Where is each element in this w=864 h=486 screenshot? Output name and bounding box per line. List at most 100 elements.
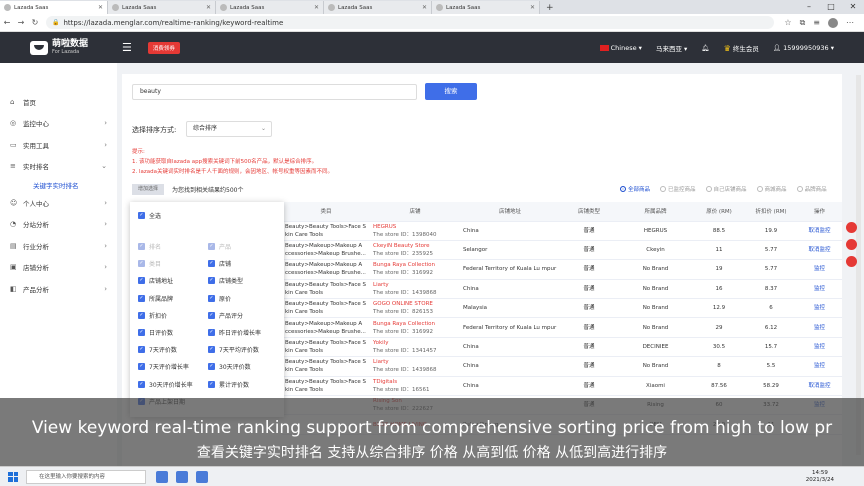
filter-radio[interactable]: 商城商品 [756, 185, 787, 193]
floating-share-icon[interactable] [846, 222, 857, 233]
store-name[interactable]: TDigitals [373, 378, 457, 386]
sidebar-item[interactable]: ☺ 个人中心 › [0, 192, 117, 214]
store-name[interactable]: Liarty [373, 281, 457, 289]
column-checkbox[interactable]: ✓ 店铺 [208, 259, 231, 268]
close-tab-icon[interactable]: ✕ [314, 4, 319, 11]
extensions-icon[interactable]: ⧉ [800, 18, 806, 28]
column-select-button[interactable]: 增加选择 [132, 184, 164, 195]
monitor-action[interactable]: 监控 [797, 337, 842, 358]
reload-icon[interactable]: ↻ [28, 18, 42, 27]
taskbar-search[interactable]: 在这里输入你要搜索的内容 [26, 469, 146, 484]
column-header[interactable]: 店铺类型 [560, 202, 618, 222]
store-name[interactable]: Bunga Raya Collection [373, 320, 457, 328]
filter-radio[interactable]: 品牌商品 [796, 185, 827, 193]
store-cell[interactable]: Bunga Raya Collection The store ID：316992 [370, 317, 460, 338]
filter-radio[interactable]: 已监控商品 [660, 185, 696, 193]
column-checkbox[interactable]: ✓ 店铺地址 [138, 276, 173, 285]
store-name[interactable]: GOGO ONLINE STORE [373, 300, 457, 308]
select-all-checkbox[interactable]: ✓ 全选 [138, 211, 161, 220]
monitor-action[interactable]: 监控 [797, 279, 842, 300]
menu-toggle-icon[interactable]: ☰ [122, 41, 132, 54]
language-select[interactable]: Chinese ▾ [599, 44, 642, 52]
store-cell[interactable]: Yokily The store ID：1341457 [370, 337, 460, 358]
monitor-action[interactable]: 取消监控 [797, 221, 842, 241]
column-checkbox[interactable]: ✓ 昨日评价增长率 [208, 328, 261, 337]
store-cell[interactable]: CkeyiN Beauty Store The store ID：235925 [370, 240, 460, 261]
monitor-action[interactable]: 监控 [797, 356, 842, 377]
sidebar-item[interactable]: ≡ 实时排名 ⌄ [0, 156, 117, 178]
monitor-action[interactable]: 监控 [797, 259, 842, 280]
store-name[interactable]: Yokily [373, 339, 457, 347]
maximize-button[interactable]: □ [820, 0, 842, 14]
browser-tab[interactable]: Lazada Saas ✕ [432, 1, 540, 14]
store-cell[interactable]: Bunga Raya Collection The store ID：316992 [370, 259, 460, 280]
windows-start-icon[interactable] [8, 471, 18, 482]
column-checkbox[interactable]: ✓ 7天平均评价数 [208, 345, 259, 354]
floating-chat-icon[interactable] [846, 239, 857, 250]
monitor-action[interactable]: 取消监控 [797, 376, 842, 397]
close-tab-icon[interactable]: ✕ [206, 4, 211, 11]
new-tab-button[interactable]: + [540, 1, 560, 14]
filter-radio[interactable]: 自己店铺商品 [705, 185, 747, 193]
column-checkbox[interactable]: ✓ 累计评价数 [208, 380, 249, 389]
column-header[interactable]: 折扣价 (RM) [745, 202, 797, 222]
close-tab-icon[interactable]: ✕ [98, 4, 103, 11]
store-name[interactable]: HEGRUS [373, 223, 457, 231]
sidebar-item[interactable]: ⌂ 首页 [0, 91, 117, 113]
browser-tab[interactable]: Lazada Saas ✕ [324, 1, 432, 14]
floating-help-icon[interactable] [846, 256, 857, 267]
edge-browser-icon[interactable] [176, 470, 188, 483]
logo[interactable]: 萌啦数据 For Lazada [0, 40, 100, 55]
column-checkbox[interactable]: ✓ 店铺类型 [208, 276, 243, 285]
store-cell[interactable]: GOGO ONLINE STORE The store ID：826153 [370, 298, 460, 319]
coupon-badge[interactable]: 消费领券 [147, 41, 180, 54]
collections-icon[interactable]: ≡ [813, 18, 820, 28]
column-checkbox[interactable]: ✓ 产品评分 [208, 311, 243, 320]
sidebar-item[interactable]: ◎ 监控中心 › [0, 113, 117, 135]
task-view-icon[interactable] [156, 470, 168, 483]
store-cell[interactable]: TDigitals The store ID：16561 [370, 376, 460, 397]
menu-dots-icon[interactable]: ⋯ [846, 18, 854, 28]
store-name[interactable]: Liarty [373, 358, 457, 366]
column-header[interactable]: 店铺 [370, 202, 460, 222]
store-cell[interactable]: Liarty The store ID：1439868 [370, 356, 460, 377]
column-header[interactable]: 类目 [282, 202, 370, 222]
filter-radio[interactable]: 全部商品 [620, 185, 650, 193]
monitor-action[interactable]: 监控 [797, 317, 842, 338]
column-header[interactable]: 操作 [797, 202, 842, 222]
sidebar-item[interactable]: 关键字实时排名 [0, 177, 117, 192]
column-checkbox[interactable]: ✓ 所属品牌 [138, 294, 173, 303]
monitor-action[interactable]: 取消监控 [797, 240, 842, 261]
close-tab-icon[interactable]: ✕ [422, 4, 427, 11]
column-checkbox[interactable]: ✓ 7天评价增长率 [138, 362, 189, 371]
search-input[interactable]: beauty [132, 84, 417, 100]
star-icon[interactable]: ☆ [784, 18, 791, 28]
column-header[interactable]: 店铺地址 [460, 202, 560, 222]
column-checkbox[interactable]: ✓ 30天评价增长率 [138, 380, 193, 389]
search-button[interactable]: 搜索 [425, 83, 477, 100]
browser-tab[interactable]: Lazada Saas ✕ [108, 1, 216, 14]
close-tab-icon[interactable]: ✕ [530, 4, 535, 11]
column-header[interactable]: 原价 (RM) [693, 202, 745, 222]
column-header[interactable]: 所属品牌 [618, 202, 693, 222]
sidebar-item[interactable]: ▣ 店铺分析 › [0, 257, 117, 279]
store-name[interactable]: CkeyiN Beauty Store [373, 242, 457, 250]
url-field[interactable]: 🔒 https://lazada.menglar.com/realtime-ra… [46, 16, 775, 29]
column-checkbox[interactable]: ✓ 日评价数 [138, 328, 173, 337]
sidebar-item[interactable]: ◧ 产品分析 › [0, 278, 117, 300]
store-name[interactable]: Bunga Raya Collection [373, 261, 457, 269]
bell-icon[interactable]: 🔔︎ [701, 44, 709, 52]
forward-icon[interactable]: → [14, 18, 28, 27]
back-icon[interactable]: ← [0, 18, 14, 27]
monitor-action[interactable]: 监控 [797, 298, 842, 319]
user-account[interactable]: 👤︎ 15999950936 ▾ [773, 44, 834, 52]
browser-tab[interactable]: Lazada Saas ✕ [216, 1, 324, 14]
browser-tab[interactable]: Lazada Saas ✕ [0, 1, 108, 14]
sort-select[interactable]: 综合排序 ⌄ [186, 121, 272, 137]
profile-avatar[interactable] [828, 17, 838, 28]
column-checkbox[interactable]: ✓ 折扣价 [138, 311, 167, 320]
sidebar-item[interactable]: ▤ 行业分析 › [0, 235, 117, 257]
close-window-button[interactable]: ✕ [842, 0, 864, 14]
sidebar-item[interactable]: ▭ 实用工具 › [0, 134, 117, 156]
minimize-button[interactable]: – [798, 0, 820, 14]
